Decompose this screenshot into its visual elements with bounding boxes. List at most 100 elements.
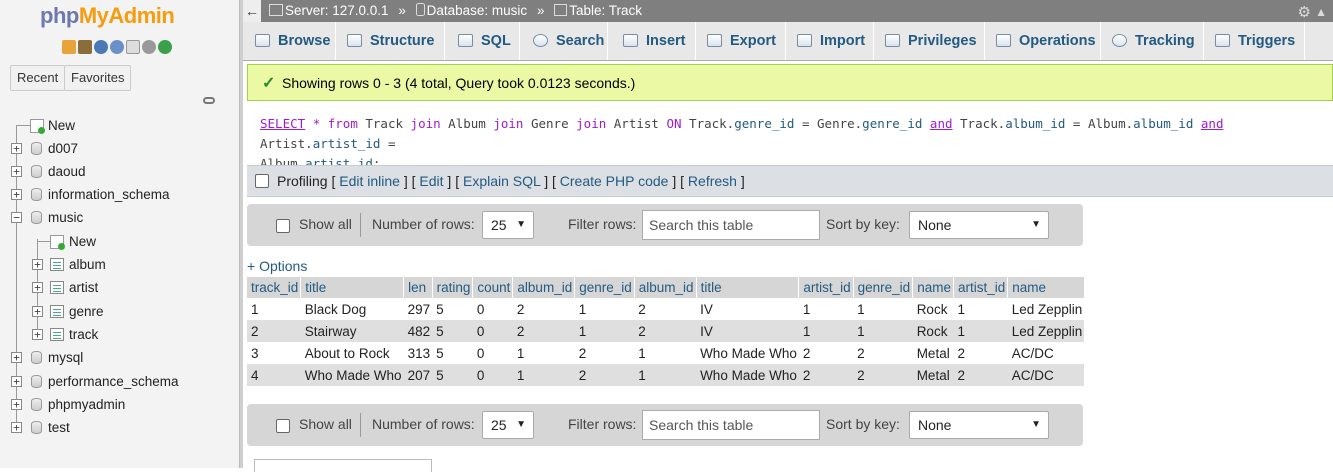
- column-header[interactable]: name: [912, 277, 954, 298]
- settings-page-icon[interactable]: [126, 40, 140, 54]
- sql-column-ref[interactable]: artist_id: [313, 136, 381, 151]
- recent-button[interactable]: Recent: [10, 65, 66, 91]
- tab-privileges[interactable]: Privileges: [875, 22, 985, 60]
- tab-sql[interactable]: SQL: [446, 22, 520, 60]
- reload-icon[interactable]: [158, 40, 172, 54]
- table-cell: Metal: [912, 364, 954, 386]
- filter-rows-input[interactable]: Search this table: [642, 210, 820, 240]
- expand-icon[interactable]: +: [32, 329, 43, 340]
- table-cell: Stairway: [300, 320, 404, 342]
- number-of-rows-select[interactable]: 25 ▼: [482, 211, 534, 239]
- explain-sql-link[interactable]: Explain SQL: [463, 173, 540, 189]
- expand-icon[interactable]: +: [11, 143, 22, 154]
- expand-icon[interactable]: +: [11, 166, 22, 177]
- table-cell: 2: [634, 298, 697, 320]
- expand-icon[interactable]: +: [32, 259, 43, 270]
- collapse-icon[interactable]: −: [11, 212, 22, 223]
- table-row[interactable]: 3 About to Rock 313 5 0 1 2 1 Who Made Who 2 2 Meta…: [247, 342, 1085, 364]
- panel-resize-handle[interactable]: [240, 0, 243, 468]
- link-with-main-panel-icon[interactable]: [203, 97, 215, 104]
- table-cell: 1: [953, 320, 1008, 342]
- column-header[interactable]: genre_id: [853, 277, 914, 298]
- chevron-up-icon[interactable]: ▲: [1315, 1, 1327, 23]
- expand-icon[interactable]: +: [32, 306, 43, 317]
- options-link[interactable]: + Options: [247, 258, 307, 274]
- sql-column-ref[interactable]: genre_id: [734, 116, 794, 131]
- tab-structure[interactable]: Structure: [337, 22, 445, 60]
- gear-icon[interactable]: ⚙: [1298, 2, 1311, 24]
- help-icon[interactable]: [94, 40, 108, 54]
- tab-operations[interactable]: Operations: [986, 22, 1101, 60]
- favorites-button[interactable]: Favorites: [64, 65, 132, 91]
- tab-search[interactable]: Search: [521, 22, 608, 60]
- edit-inline-link[interactable]: Edit inline: [339, 173, 400, 189]
- table-cell: 0: [472, 298, 513, 320]
- create-php-code-link[interactable]: Create PHP code: [560, 173, 669, 189]
- breadcrumb-table[interactable]: Table: Track: [569, 3, 642, 18]
- sort-by-key-select[interactable]: None ▼: [909, 211, 1049, 239]
- sort-by-key-select[interactable]: None ▼: [909, 411, 1049, 439]
- tab-insert[interactable]: Insert: [609, 22, 696, 60]
- expand-icon[interactable]: +: [11, 399, 22, 410]
- profiling-checkbox[interactable]: [255, 166, 269, 196]
- table-cell: 5: [432, 298, 473, 320]
- column-header[interactable]: title: [696, 277, 800, 298]
- sql-keyword: SELECT: [260, 116, 306, 131]
- filter-rows-input[interactable]: Search this table: [642, 410, 820, 440]
- column-header[interactable]: name: [1007, 277, 1085, 298]
- tree-item-label: test: [48, 420, 70, 435]
- table-cell: 482: [403, 320, 433, 342]
- refresh-link[interactable]: Refresh: [688, 173, 737, 189]
- column-header[interactable]: track_id: [247, 277, 302, 298]
- column-header[interactable]: genre_id: [574, 277, 635, 298]
- column-header[interactable]: album_id: [634, 277, 697, 298]
- home-icon[interactable]: [62, 40, 76, 54]
- sql-column-ref[interactable]: album_id: [1005, 116, 1065, 131]
- show-all-checkbox[interactable]: [276, 418, 290, 434]
- expand-icon[interactable]: +: [11, 376, 22, 387]
- expand-icon[interactable]: +: [11, 352, 22, 363]
- structure-icon: [347, 34, 362, 47]
- docs-icon[interactable]: [110, 40, 124, 54]
- table-cell: 1: [798, 298, 854, 320]
- column-header[interactable]: artist_id: [798, 277, 854, 298]
- table-cell: 1: [853, 320, 913, 342]
- navigation-panel: phpMyAdmin Recent Favorites New + d007 +…: [0, 0, 240, 468]
- column-header[interactable]: count: [472, 277, 514, 298]
- edit-link[interactable]: Edit: [419, 173, 443, 189]
- column-header[interactable]: title: [300, 277, 405, 298]
- logout-icon[interactable]: [78, 40, 92, 54]
- breadcrumb-server[interactable]: Server: 127.0.0.1: [285, 3, 389, 18]
- column-header[interactable]: album_id: [512, 277, 576, 298]
- table-cell: 2: [798, 364, 854, 386]
- breadcrumb-database[interactable]: Database: music: [427, 3, 528, 18]
- phpmyadmin-logo[interactable]: phpMyAdmin: [40, 3, 175, 29]
- table-row[interactable]: 1 Black Dog 297 5 0 2 1 2 IV 1 1 Rock 1 Led Zepplin: [247, 298, 1085, 320]
- tab-label: Search: [556, 33, 605, 49]
- table-cell: 2: [798, 342, 854, 364]
- tree-item-label: information_schema: [48, 187, 170, 202]
- table-row[interactable]: 2 Stairway 482 5 0 2 1 2 IV 1 1 Rock 1 Led Zepplin: [247, 320, 1085, 342]
- database-icon: [31, 421, 42, 434]
- tab-import[interactable]: Import: [787, 22, 874, 60]
- expand-icon[interactable]: +: [32, 282, 43, 293]
- sql-column-ref[interactable]: genre_id: [862, 116, 922, 131]
- number-of-rows-select[interactable]: 25 ▼: [482, 411, 534, 439]
- column-header[interactable]: len: [403, 277, 433, 298]
- sql-column-ref[interactable]: album_id: [1133, 116, 1193, 131]
- table-cell: 1: [853, 298, 913, 320]
- tab-tracking[interactable]: Tracking: [1102, 22, 1204, 60]
- sql-text: Genre: [523, 116, 577, 131]
- column-header[interactable]: artist_id: [953, 277, 1009, 298]
- tab-triggers[interactable]: Triggers: [1205, 22, 1305, 60]
- expand-icon[interactable]: +: [11, 422, 22, 433]
- show-all-checkbox[interactable]: [276, 218, 290, 234]
- column-header[interactable]: rating: [432, 277, 474, 298]
- table-row[interactable]: 4 Who Made Who 207 5 0 1 2 1 Who Made Who 2 2 Metal…: [247, 364, 1085, 386]
- gear-icon[interactable]: [142, 40, 156, 54]
- expand-icon[interactable]: +: [11, 189, 22, 200]
- arrow-left-icon[interactable]: ←: [243, 0, 261, 22]
- table-cell: Who Made Who: [696, 342, 799, 364]
- tab-export[interactable]: Export: [697, 22, 786, 60]
- tab-browse[interactable]: Browse: [243, 22, 336, 60]
